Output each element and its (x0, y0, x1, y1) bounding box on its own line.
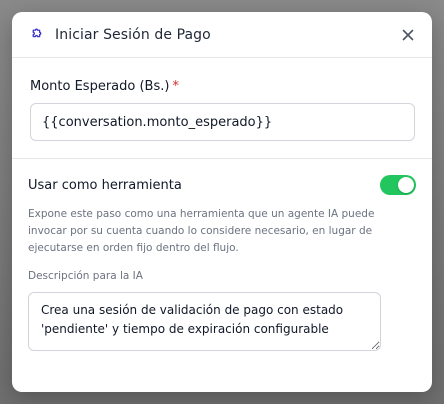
ia-description-label: Descripción para la IA (28, 270, 143, 282)
close-button[interactable] (398, 25, 418, 45)
use-as-tool-toggle[interactable] (380, 175, 416, 195)
required-marker: * (172, 79, 179, 94)
tool-toggle-row: Usar como herramienta (28, 173, 416, 197)
ia-description-textarea[interactable]: Crea una sesión de validación de pago co… (28, 292, 381, 351)
toggle-knob (398, 177, 414, 193)
tool-toggle-label: Usar como herramienta (28, 177, 182, 193)
dialog-title: Iniciar Sesión de Pago (55, 26, 211, 43)
dialog-header: Iniciar Sesión de Pago (12, 12, 432, 58)
amount-label-text: Monto Esperado (Bs.) (30, 79, 170, 94)
tool-description: Expone este paso como una herramienta qu… (28, 208, 375, 254)
tool-section: Usar como herramienta Expone este paso c… (12, 158, 432, 355)
dialog: Iniciar Sesión de Pago Monto Esperado (B… (12, 12, 432, 392)
dialog-body: Monto Esperado (Bs.) * (12, 79, 432, 141)
amount-field-label: Monto Esperado (Bs.) * (30, 79, 415, 94)
puzzle-icon (28, 26, 46, 44)
close-icon (402, 29, 414, 40)
amount-input[interactable] (30, 103, 415, 141)
